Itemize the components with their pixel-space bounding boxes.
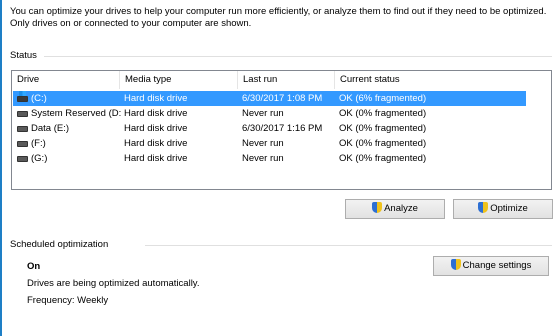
change-settings-button-label: Change settings: [462, 260, 532, 271]
drive-name: (G:): [31, 153, 48, 164]
drive-current-status: OK (0% fragmented): [339, 123, 427, 134]
drive-last-run: Never run: [242, 108, 284, 119]
drive-current-status: OK (0% fragmented): [339, 108, 427, 119]
drives-list-header: Drive Media type Last run Current status: [12, 71, 551, 89]
drive-current-status: OK (6% fragmented): [339, 93, 427, 104]
column-header-drive[interactable]: Drive: [12, 71, 119, 89]
drive-last-run: 6/30/2017 1:16 PM: [242, 123, 323, 134]
system-drive-icon: [17, 91, 28, 102]
drive-media-type: Hard disk drive: [124, 138, 188, 149]
analyze-button[interactable]: Analyze: [345, 199, 445, 219]
schedule-description: Drives are being optimized automatically…: [27, 278, 200, 289]
status-section-label: Status: [10, 50, 37, 61]
uac-shield-icon: [478, 202, 489, 213]
status-divider: [44, 56, 552, 57]
drive-media-type: Hard disk drive: [124, 123, 188, 134]
drive-row-g[interactable]: (G:) Hard disk drive Never run OK (0% fr…: [13, 151, 526, 166]
drive-name: (F:): [31, 138, 46, 149]
optimize-button[interactable]: Optimize: [453, 199, 553, 219]
drive-icon: [17, 156, 28, 162]
drive-icon: [17, 141, 28, 147]
drive-name: Data (E:): [31, 123, 70, 134]
column-header-media-type[interactable]: Media type: [119, 71, 237, 89]
column-header-last-run[interactable]: Last run: [237, 71, 334, 89]
window-left-border: [0, 0, 2, 336]
intro-text: You can optimize your drives to help you…: [10, 6, 547, 29]
uac-shield-icon: [372, 202, 383, 213]
change-settings-button[interactable]: Change settings: [433, 256, 549, 276]
schedule-frequency: Frequency: Weekly: [27, 295, 109, 306]
drive-last-run: 6/30/2017 1:08 PM: [242, 93, 323, 104]
drive-last-run: Never run: [242, 153, 284, 164]
drive-icon: [17, 111, 28, 117]
optimize-button-label: Optimize: [490, 203, 528, 214]
drive-row-e[interactable]: Data (E:) Hard disk drive 6/30/2017 1:16…: [13, 121, 526, 136]
drive-icon: [17, 126, 28, 132]
drive-media-type: Hard disk drive: [124, 108, 188, 119]
drive-media-type: Hard disk drive: [124, 153, 188, 164]
drive-row-d[interactable]: System Reserved (D:) Hard disk drive Nev…: [13, 106, 526, 121]
schedule-state: On: [27, 261, 41, 272]
drive-name: (C:): [31, 93, 47, 104]
drive-last-run: Never run: [242, 138, 284, 149]
drive-current-status: OK (0% fragmented): [339, 138, 427, 149]
drive-name: System Reserved (D:): [31, 108, 121, 119]
drive-current-status: OK (0% fragmented): [339, 153, 427, 164]
drive-row-c[interactable]: (C:) Hard disk drive 6/30/2017 1:08 PM O…: [13, 91, 526, 106]
uac-shield-icon: [450, 259, 461, 270]
drives-list[interactable]: Drive Media type Last run Current status…: [11, 70, 552, 190]
scheduled-section-label: Scheduled optimization: [10, 239, 109, 250]
drive-media-type: Hard disk drive: [124, 93, 188, 104]
drive-row-f[interactable]: (F:) Hard disk drive Never run OK (0% fr…: [13, 136, 526, 151]
column-header-current-status[interactable]: Current status: [334, 71, 534, 89]
scheduled-divider: [145, 245, 552, 246]
analyze-button-label: Analyze: [384, 203, 418, 214]
